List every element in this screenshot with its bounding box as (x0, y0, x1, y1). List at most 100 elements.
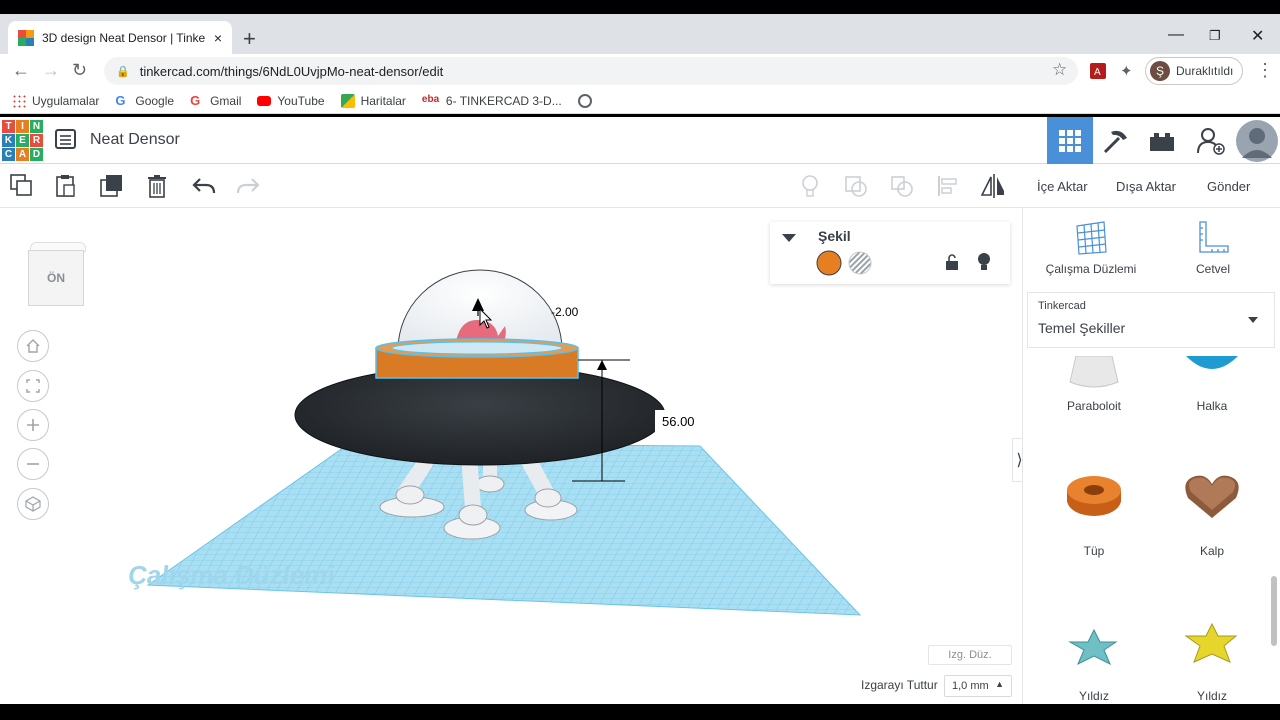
shape-label: Kalp (1199, 544, 1225, 558)
shape-heart[interactable] (1153, 470, 1271, 527)
bookmark-youtube[interactable]: YouTube (257, 94, 325, 108)
lock-icon[interactable] (944, 253, 960, 271)
shapes-sidebar: Çalışma Düzlemi Cetvel Tinkercad Temel Ş… (1022, 208, 1280, 704)
new-tab-button[interactable]: + (243, 26, 256, 52)
forward-icon[interactable]: → (42, 60, 60, 81)
tinkercad-logo[interactable]: T I N K E R C A D (2, 120, 43, 161)
back-icon[interactable]: ← (12, 60, 30, 81)
invite-user-button[interactable] (1187, 117, 1233, 164)
bookmark-label: Gmail (210, 93, 242, 108)
browser-tab[interactable]: 3D design Neat Densor | Tinkercad × (8, 21, 232, 54)
paste-button[interactable] (54, 174, 78, 198)
duplicate-button[interactable] (100, 174, 124, 198)
reload-icon[interactable]: ↻ (72, 60, 87, 81)
selected-ring[interactable] (375, 338, 579, 379)
sidebar-scrollbar[interactable] (1271, 576, 1277, 646)
workplane-tool[interactable]: Çalışma Düzlemi (1031, 220, 1151, 276)
height-value[interactable]: 56.00 (662, 414, 695, 429)
hole-swatch[interactable] (848, 251, 872, 275)
logo-letter: T (2, 120, 15, 133)
shape-tube[interactable] (1035, 470, 1153, 525)
bookmark-globe[interactable] (577, 93, 598, 108)
shape-label: Tüp (1083, 544, 1105, 558)
bookmark-gmail[interactable]: G Gmail (190, 93, 242, 108)
redo-icon (236, 178, 260, 194)
svg-text:A: A (1094, 67, 1101, 78)
shape-star-teal[interactable] (1035, 626, 1153, 671)
solid-color-swatch[interactable] (816, 250, 842, 276)
import-button[interactable]: İçe Aktar (1027, 171, 1098, 201)
extensions-puzzle-icon[interactable]: ✦ (1120, 62, 1133, 80)
delete-button[interactable] (145, 174, 169, 198)
minimize-icon[interactable]: — (1168, 26, 1184, 44)
bookmark-google[interactable]: G Google (115, 92, 175, 108)
snap-grid-value: 1,0 mm (952, 680, 989, 692)
group-icon (845, 176, 867, 197)
close-window-icon[interactable]: ✕ (1251, 26, 1264, 46)
copy-icon (10, 174, 32, 196)
profile-avatar: Ş (1150, 61, 1170, 81)
bookmark-tinkercad-lesson[interactable]: eba 6- TINKERCAD 3-D... (422, 94, 562, 108)
bookmark-label: Google (135, 93, 175, 108)
lego-bricks-button[interactable] (1139, 117, 1185, 164)
bookmark-apps[interactable]: Uygulamalar (12, 93, 99, 108)
show-all-button[interactable] (798, 174, 822, 198)
shape-library-dropdown[interactable]: Tinkercad Temel Şekiller (1027, 292, 1275, 348)
bookmark-star-icon[interactable]: ☆ (1052, 60, 1067, 80)
toggle-sidebar-button[interactable]: ⟩ (1012, 438, 1022, 482)
restore-icon[interactable]: ❐ (1209, 28, 1221, 44)
logo-letter: E (16, 134, 29, 147)
send-button[interactable]: Gönder (1197, 171, 1260, 201)
shape-paraboloid[interactable] (1035, 355, 1153, 395)
undo-button[interactable] (192, 174, 216, 198)
offset-value[interactable]: -2.00 (551, 305, 579, 319)
copy-button[interactable] (10, 174, 34, 198)
google-icon: G (115, 92, 126, 108)
snap-grid-select[interactable]: 1,0 mm ▲ (944, 675, 1012, 697)
3d-view-button[interactable] (1047, 117, 1093, 164)
tab-close-icon[interactable]: × (214, 30, 222, 46)
mirror-button[interactable] (980, 174, 1004, 198)
group-button[interactable] (844, 174, 868, 198)
design-name[interactable]: Neat Densor (90, 131, 180, 149)
dropdown-caret-icon (1248, 317, 1258, 323)
browser-navbar: ← → ↻ 🔒 tinkercad.com/things/6NdL0UvjpMo… (0, 54, 1280, 88)
bookmark-maps[interactable]: Haritalar (340, 93, 406, 108)
pdf-extension-icon[interactable]: A (1090, 63, 1106, 79)
collapse-panel-icon[interactable] (782, 234, 796, 242)
design-list-icon[interactable] (55, 129, 76, 149)
eba-icon: eba (421, 93, 440, 105)
ruler-label: Cetvel (1195, 262, 1230, 276)
star-icon (1184, 622, 1238, 663)
export-button[interactable]: Dışa Aktar (1106, 171, 1186, 201)
profile-button[interactable]: Ş Duraklıtıldı (1145, 57, 1243, 85)
url-text: tinkercad.com/things/6NdL0UvjpMo-neat-de… (139, 63, 444, 79)
youtube-icon (257, 95, 272, 106)
3d-workspace[interactable]: ÖN Çalışma Düzlemi 56.00 -2.00 Şekil Izg… (0, 208, 1022, 704)
pickaxe-icon (1103, 130, 1127, 153)
user-avatar[interactable] (1234, 117, 1280, 164)
minecraft-button[interactable] (1093, 117, 1139, 164)
logo-letter: I (16, 120, 29, 133)
align-button[interactable] (936, 174, 960, 198)
shape-label: Yıldız (1196, 689, 1227, 703)
tinkercad-favicon-icon (18, 29, 34, 46)
window-bottom-border (0, 704, 1280, 720)
browser-menu-icon[interactable]: ⋮ (1256, 60, 1274, 81)
logo-letter: R (30, 134, 43, 147)
ruler-tool[interactable]: Cetvel (1153, 220, 1273, 276)
saucer-body[interactable] (294, 364, 666, 466)
address-bar[interactable]: 🔒 tinkercad.com/things/6NdL0UvjpMo-neat-… (104, 57, 1078, 85)
visibility-lightbulb-icon[interactable] (976, 252, 992, 272)
shape-torus[interactable] (1153, 356, 1271, 381)
workplane-grid-icon (1076, 221, 1107, 255)
avatar-icon (1236, 119, 1278, 162)
redo-button[interactable] (236, 174, 260, 198)
library-source: Tinkercad (1038, 300, 1086, 312)
caret-up-icon: ▲ (995, 679, 1004, 689)
bookmark-label: Haritalar (360, 93, 406, 108)
align-icon (938, 176, 957, 196)
ungroup-button[interactable] (890, 174, 914, 198)
shape-star-yellow[interactable] (1153, 622, 1271, 673)
edit-grid-button[interactable]: Izg. Düz. (928, 645, 1012, 665)
